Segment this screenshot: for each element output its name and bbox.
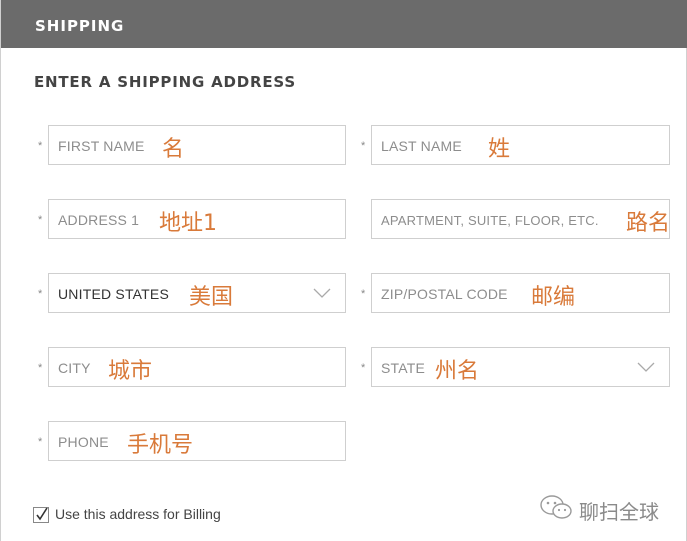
required-marker: * xyxy=(361,288,366,300)
first-name-annotation: 名 xyxy=(162,137,185,162)
country-annotation: 美国 xyxy=(189,285,234,310)
phone-field[interactable]: PHONE 手机号 xyxy=(48,421,346,461)
address2-annotation: 路名 xyxy=(626,211,671,236)
header-title: SHIPPING xyxy=(35,17,125,35)
state-placeholder: STATE xyxy=(381,360,426,376)
address1-field[interactable]: ADDRESS 1 地址1 xyxy=(48,199,346,239)
phone-annotation: 手机号 xyxy=(127,433,194,458)
address1-annotation: 地址1 xyxy=(159,211,217,236)
shipping-header: SHIPPING xyxy=(1,0,687,48)
section-title: ENTER A SHIPPING ADDRESS xyxy=(34,73,296,91)
country-select[interactable]: UNITED STATES 美国 xyxy=(48,273,346,313)
first-name-placeholder: FIRST NAME xyxy=(58,138,145,154)
zip-annotation: 邮编 xyxy=(531,285,576,310)
city-annotation: 城市 xyxy=(108,359,153,384)
watermark: 聊扫全球 xyxy=(539,494,659,524)
required-marker: * xyxy=(38,214,43,226)
wechat-icon xyxy=(540,495,572,519)
watermark-text: 聊扫全球 xyxy=(579,500,659,524)
required-marker: * xyxy=(361,140,366,152)
billing-checkbox[interactable] xyxy=(33,507,49,523)
required-marker: * xyxy=(38,288,43,300)
city-field[interactable]: CITY 城市 xyxy=(48,347,346,387)
state-select[interactable]: STATE 州名 xyxy=(371,347,670,387)
required-marker: * xyxy=(38,362,43,374)
required-marker: * xyxy=(361,362,366,374)
city-placeholder: CITY xyxy=(58,360,91,376)
chevron-down-icon[interactable] xyxy=(313,288,331,298)
required-marker: * xyxy=(38,436,43,448)
required-marker: * xyxy=(38,140,43,152)
chevron-down-icon[interactable] xyxy=(637,362,655,372)
country-value: UNITED STATES xyxy=(58,286,169,302)
first-name-field[interactable]: FIRST NAME 名 xyxy=(48,125,346,165)
billing-checkbox-label[interactable]: Use this address for Billing xyxy=(55,506,221,522)
last-name-field[interactable]: LAST NAME 姓 xyxy=(371,125,670,165)
last-name-annotation: 姓 xyxy=(488,137,511,162)
shipping-panel: SHIPPING ENTER A SHIPPING ADDRESS * FIRS… xyxy=(0,0,687,541)
last-name-placeholder: LAST NAME xyxy=(381,138,462,154)
phone-placeholder: PHONE xyxy=(58,434,109,450)
address2-placeholder: APARTMENT, SUITE, FLOOR, ETC. xyxy=(381,213,599,228)
state-annotation: 州名 xyxy=(435,359,480,384)
checkmark-icon xyxy=(36,507,48,521)
zip-field[interactable]: ZIP/POSTAL CODE 邮编 xyxy=(371,273,670,313)
zip-placeholder: ZIP/POSTAL CODE xyxy=(381,286,508,302)
address1-placeholder: ADDRESS 1 xyxy=(58,212,140,228)
address2-field[interactable]: APARTMENT, SUITE, FLOOR, ETC. 路名 xyxy=(371,199,670,239)
